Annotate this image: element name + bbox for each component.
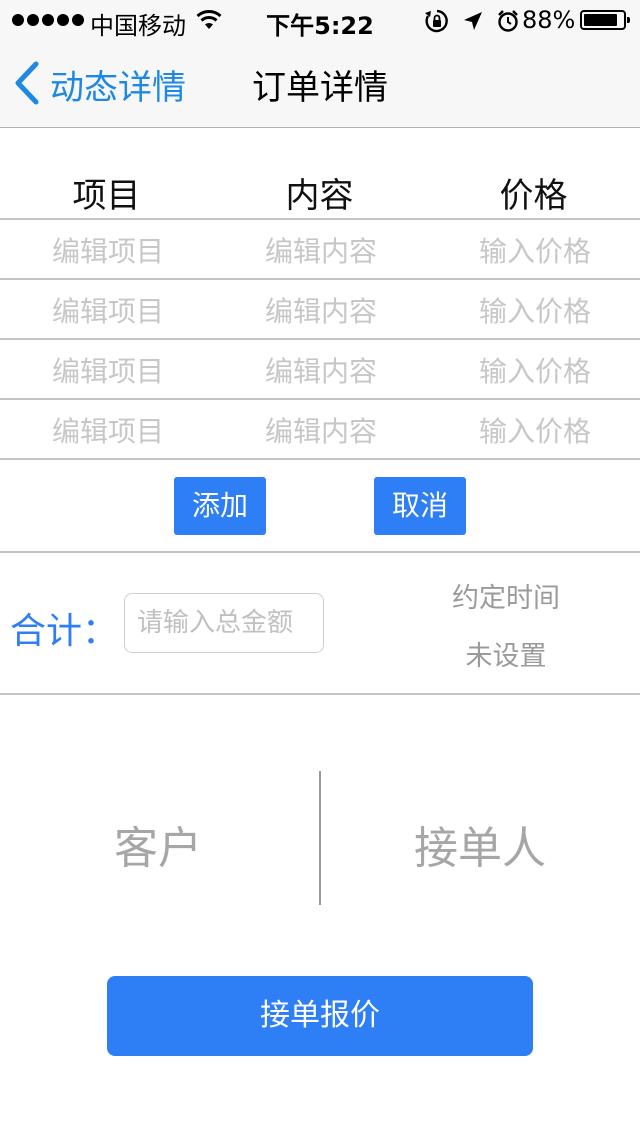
system-icons (424, 8, 520, 38)
navigation-bar: 动态详情 订单详情 (0, 40, 640, 128)
accept-quote-button[interactable]: 接单报价 (107, 976, 533, 1056)
add-button[interactable]: 添加 (174, 477, 266, 535)
content-input[interactable] (224, 410, 418, 452)
column-header-content: 内容 (285, 176, 354, 216)
battery-percent: 88% (522, 6, 576, 34)
battery-nub (627, 17, 630, 23)
total-amount-input[interactable] (124, 593, 324, 653)
content-input[interactable] (224, 230, 418, 272)
total-label: 合计： (10, 611, 119, 652)
status-bar: 中国移动 下午5:22 88% (0, 0, 640, 40)
column-header-price: 价格 (499, 176, 568, 216)
alarm-icon (496, 9, 520, 37)
item-input[interactable] (11, 350, 205, 392)
appointment-time-value[interactable]: 未设置 (406, 634, 606, 673)
battery-icon (580, 10, 630, 30)
back-label: 动态详情 (50, 68, 186, 108)
table-row (0, 340, 640, 400)
price-input[interactable] (438, 350, 632, 392)
table-row (0, 220, 640, 280)
location-arrow-icon (462, 10, 484, 36)
content-input[interactable] (224, 290, 418, 332)
customer-label: 客户 (114, 823, 202, 874)
content-input[interactable] (224, 350, 418, 392)
chevron-left-icon (14, 61, 40, 109)
table-header: 项目 内容 价格 (0, 128, 640, 220)
back-button[interactable]: 动态详情 (14, 60, 186, 109)
section-divider (0, 551, 640, 553)
rotation-lock-icon (424, 8, 450, 38)
table-row (0, 280, 640, 340)
cancel-button[interactable]: 取消 (374, 477, 466, 535)
vertical-divider (319, 771, 321, 905)
item-input[interactable] (11, 230, 205, 272)
column-header-item: 项目 (72, 176, 141, 216)
price-input[interactable] (438, 290, 632, 332)
price-input[interactable] (438, 230, 632, 272)
battery-fill (584, 14, 618, 26)
section-divider (0, 693, 640, 695)
table-row (0, 400, 640, 460)
price-input[interactable] (438, 410, 632, 452)
appointment-time-label: 约定时间 (452, 583, 560, 614)
receiver-label: 接单人 (414, 823, 546, 874)
item-input[interactable] (11, 290, 205, 332)
item-input[interactable] (11, 410, 205, 452)
page-title: 订单详情 (252, 68, 388, 108)
